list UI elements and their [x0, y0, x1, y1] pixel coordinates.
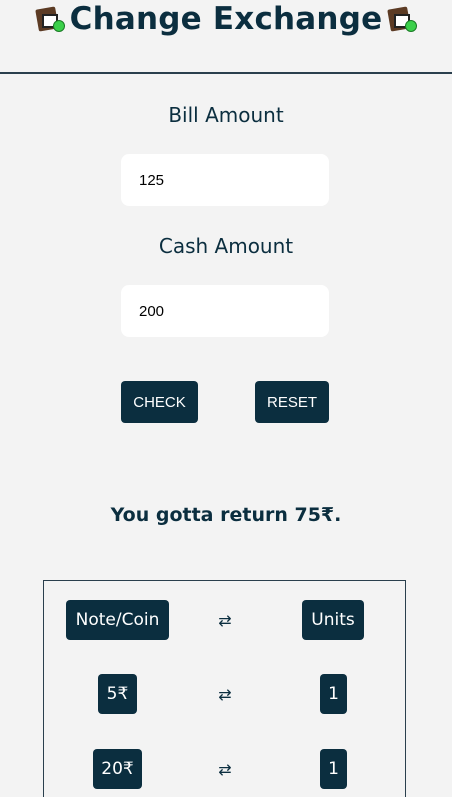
page-title: Change Exchange — [34, 1, 419, 37]
cash-amount-label: Cash Amount — [158, 234, 294, 258]
exchange-arrow-icon: ⇄ — [218, 684, 232, 704]
header: Change Exchange — [0, 0, 452, 74]
note-coin-header: Note/Coin — [66, 600, 169, 640]
change-table: Note/Coin ⇄ Units 5₹ ⇄ 1 20₹ ⇄ 1 — [43, 580, 406, 797]
table-row: 20₹ ⇄ 1 — [44, 749, 405, 789]
page-title-text: Change Exchange — [69, 1, 383, 37]
note-cell: 20₹ — [93, 749, 142, 789]
note-cell: 5₹ — [98, 674, 137, 714]
money-exchange-icon — [386, 4, 418, 34]
check-button[interactable]: CHECK — [121, 381, 198, 423]
reset-button[interactable]: RESET — [255, 381, 329, 423]
exchange-arrow-icon: ⇄ — [218, 759, 232, 779]
table-row: 5₹ ⇄ 1 — [44, 674, 405, 714]
units-cell: 1 — [320, 674, 347, 714]
bill-amount-label: Bill Amount — [168, 103, 284, 127]
money-exchange-icon — [34, 4, 66, 34]
exchange-arrow-icon: ⇄ — [218, 610, 232, 630]
result-message: You gotta return 75₹. — [110, 504, 342, 526]
cash-amount-input[interactable] — [121, 285, 329, 337]
table-header-row: Note/Coin ⇄ Units — [44, 600, 405, 640]
units-cell: 1 — [320, 749, 347, 789]
units-header: Units — [302, 600, 364, 640]
bill-amount-input[interactable] — [121, 154, 329, 206]
